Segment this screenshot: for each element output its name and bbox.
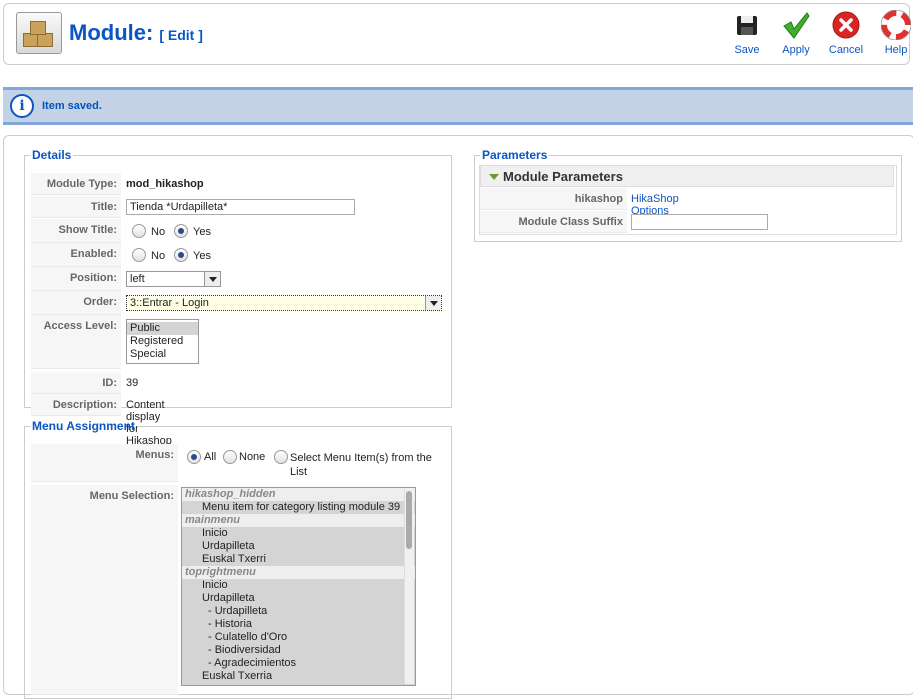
order-label: Order: (31, 291, 121, 315)
order-select[interactable]: 3::Entrar - Login (126, 295, 442, 311)
suffix-param-label: Module Class Suffix (480, 211, 627, 233)
page-subtitle: [ Edit ] (159, 27, 203, 43)
cancel-button[interactable]: Cancel (824, 10, 868, 56)
parameters-panel: Module Parameters hikashop HikaShop Opti… (474, 148, 902, 242)
enabled-yes-label: Yes (193, 250, 211, 262)
show-title-no-radio[interactable] (132, 224, 146, 238)
help-label: Help (884, 44, 908, 56)
id-value: 39 (126, 377, 139, 389)
expand-triangle-icon (489, 174, 499, 180)
menus-none-radio[interactable] (223, 450, 237, 464)
menu-item[interactable]: Menu item for category listing module 39 (182, 501, 415, 514)
show-title-yes-label: Yes (193, 226, 211, 238)
apply-label: Apply (782, 44, 810, 56)
access-level-listbox[interactable]: Public Registered Special (126, 319, 199, 364)
menu-selection-listbox[interactable]: hikashop_hidden Menu item for category l… (181, 487, 416, 686)
module-type-label: Module Type: (31, 173, 121, 195)
enabled-yes-radio[interactable] (174, 248, 188, 262)
module-class-suffix-input[interactable] (631, 214, 768, 230)
menu-group-toprightmenu: toprightmenu (182, 566, 415, 579)
order-value: 3::Entrar - Login (130, 297, 209, 309)
menus-all-label: All (204, 451, 217, 463)
menu-selection-scrollbar[interactable] (404, 489, 414, 684)
menu-item[interactable]: Inicio (182, 579, 415, 592)
menu-group-hikashop-hidden: hikashop_hidden (182, 488, 415, 501)
access-option-registered[interactable]: Registered (127, 335, 198, 348)
apply-button[interactable]: Apply (774, 10, 818, 56)
show-title-yes-radio[interactable] (174, 224, 188, 238)
title-input[interactable] (126, 199, 355, 215)
menu-item[interactable]: Urdapilleta (182, 592, 415, 605)
menu-assignment-legend: Menu Assignment (32, 419, 135, 433)
menus-none-label: None (239, 451, 266, 463)
menu-item[interactable]: Euskal Txerria (182, 670, 415, 683)
page-title: Module: [ Edit ] (69, 20, 203, 46)
menu-assignment-fieldset: Menu Assignment Menus: All None Select M… (24, 419, 452, 699)
enabled-no-label: No (151, 250, 166, 262)
menu-item[interactable]: Inicio (182, 527, 415, 540)
enabled-no-radio[interactable] (132, 248, 146, 262)
id-label: ID: (31, 372, 121, 394)
menus-label: Menus: (31, 444, 178, 482)
chevron-down-icon (425, 296, 441, 310)
position-label: Position: (31, 267, 121, 291)
cancel-label: Cancel (828, 44, 864, 56)
scrollbar-thumb[interactable] (406, 491, 412, 549)
menu-item[interactable]: - Historia (182, 618, 415, 631)
save-label: Save (734, 44, 760, 56)
menus-select-radio[interactable] (274, 450, 288, 464)
menu-item[interactable]: Urdapilleta (182, 540, 415, 553)
toolbar: Module: [ Edit ] Save Apply Cancel Help (3, 3, 913, 65)
chevron-down-icon (204, 272, 220, 286)
access-option-special[interactable]: Special (127, 348, 198, 361)
system-message: i Item saved. (3, 87, 913, 125)
page-title-text: Module: (69, 20, 154, 45)
menu-item[interactable]: Euskal Txerri (182, 553, 415, 566)
menu-item[interactable]: - Biodiversidad (182, 644, 415, 657)
menus-all-radio[interactable] (187, 450, 201, 464)
message-text: Item saved. (42, 100, 102, 112)
lifebuoy-icon (881, 10, 911, 40)
menus-select-label: Select Menu Item(s) from the List (290, 452, 432, 478)
menu-item[interactable]: - Urdapilleta (182, 605, 415, 618)
cancel-icon (832, 11, 860, 39)
title-label: Title: (31, 196, 121, 218)
enabled-label: Enabled: (31, 243, 121, 267)
module-parameters-title: Module Parameters (503, 169, 623, 184)
access-level-label: Access Level: (31, 315, 121, 369)
menu-item[interactable]: - Culatello d'Oro (182, 631, 415, 644)
menu-item[interactable]: - Agradecimientos (182, 657, 415, 670)
details-legend: Details (32, 148, 72, 162)
access-option-public[interactable]: Public (127, 322, 198, 335)
floppy-disk-icon (737, 16, 757, 35)
help-button[interactable]: Help (874, 10, 913, 56)
position-select[interactable]: left (126, 271, 221, 287)
description-label: Description: (31, 394, 121, 416)
checkmark-icon (783, 12, 810, 39)
hikashop-param-label: hikashop (480, 188, 627, 210)
menu-selection-label: Menu Selection: (31, 485, 178, 695)
details-fieldset: Details Module Type: mod_hikashop Title:… (24, 148, 452, 447)
info-icon: i (10, 94, 34, 118)
save-button[interactable]: Save (725, 10, 769, 56)
show-title-label: Show Title: (31, 219, 121, 243)
module-manager-icon (16, 12, 62, 54)
content-area: Details Module Type: mod_hikashop Title:… (3, 135, 913, 699)
module-parameters-toggle[interactable]: Module Parameters (480, 165, 894, 187)
position-value: left (130, 273, 145, 285)
show-title-no-label: No (151, 226, 166, 238)
menu-group-mainmenu: mainmenu (182, 514, 415, 527)
module-type-value: mod_hikashop (126, 178, 204, 190)
